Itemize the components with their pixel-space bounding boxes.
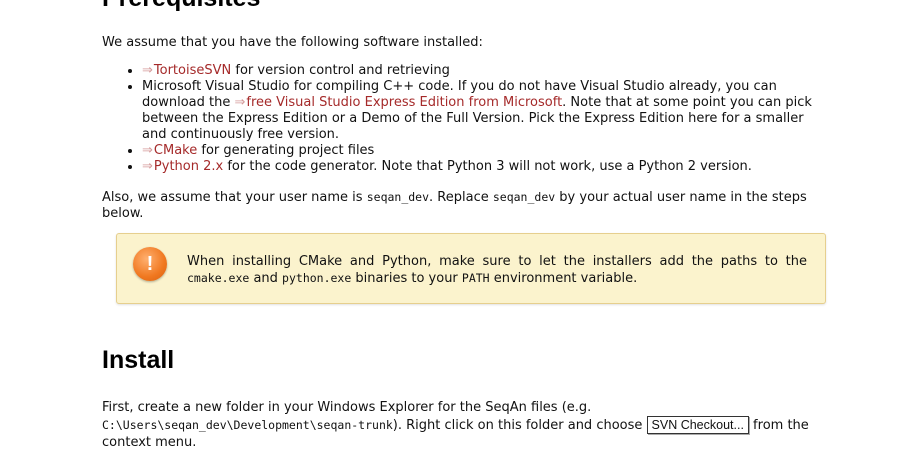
python-link[interactable]: ⇒Python 2.x <box>142 159 223 174</box>
prerequisites-heading: Prerequisites <box>102 0 260 13</box>
software-list: ⇒TortoiseSVN for version control and ret… <box>102 63 817 175</box>
external-link-icon: ⇒ <box>142 143 153 158</box>
tortoisesvn-link[interactable]: ⇒TortoiseSVN <box>142 63 231 78</box>
warning-note-text: When installing CMake and Python, make s… <box>187 254 807 286</box>
cmake-link[interactable]: ⇒CMake <box>142 143 197 158</box>
username-code: seqan_dev <box>366 190 430 204</box>
list-item-tortoisesvn: ⇒TortoiseSVN for version control and ret… <box>142 63 817 79</box>
python-exe-code: python.exe <box>282 271 352 285</box>
external-link-icon: ⇒ <box>234 95 246 110</box>
install-heading: Install <box>102 346 175 374</box>
install-paragraph: First, create a new folder in your Windo… <box>102 400 809 450</box>
prerequisites-intro: We assume that you have the following so… <box>102 35 483 50</box>
folder-path-code: C:\Users\seqan_dev\Development\seqan-tru… <box>102 418 393 432</box>
warning-note: ! When installing CMake and Python, make… <box>116 233 826 304</box>
external-link-icon: ⇒ <box>142 159 153 174</box>
list-item-visual-studio: Microsoft Visual Studio for compiling C+… <box>142 79 817 143</box>
warning-icon: ! <box>133 247 167 281</box>
svn-checkout-button[interactable]: SVN Checkout... <box>646 416 749 434</box>
external-link-icon: ⇒ <box>142 63 153 78</box>
list-item-python: ⇒Python 2.x for the code generator. Note… <box>142 159 817 175</box>
cmake-exe-code: cmake.exe <box>187 271 250 285</box>
username-code: seqan_dev <box>492 190 556 204</box>
path-code: PATH <box>461 271 490 285</box>
username-paragraph: Also, we assume that your user name is s… <box>102 190 807 221</box>
list-item-cmake: ⇒CMake for generating project files <box>142 143 817 159</box>
visual-studio-express-link[interactable]: ⇒free Visual Studio Express Edition from… <box>234 95 562 110</box>
